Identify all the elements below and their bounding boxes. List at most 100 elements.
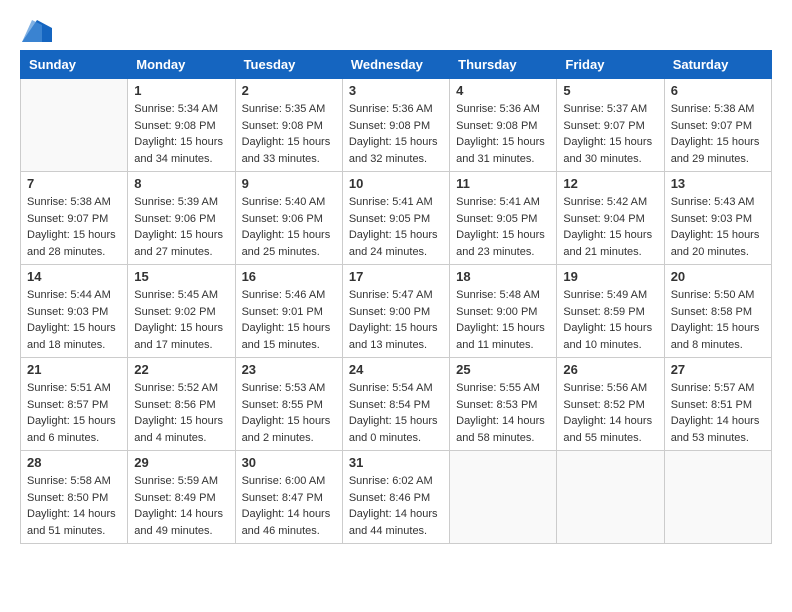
- calendar-cell: 23Sunrise: 5:53 AMSunset: 8:55 PMDayligh…: [235, 358, 342, 451]
- logo-icon: [22, 20, 52, 42]
- day-info: Sunrise: 5:40 AMSunset: 9:06 PMDaylight:…: [242, 194, 336, 260]
- day-number: 20: [671, 269, 765, 284]
- day-info: Sunrise: 5:46 AMSunset: 9:01 PMDaylight:…: [242, 287, 336, 353]
- day-info: Sunrise: 5:59 AMSunset: 8:49 PMDaylight:…: [134, 473, 228, 539]
- day-info: Sunrise: 5:57 AMSunset: 8:51 PMDaylight:…: [671, 380, 765, 446]
- day-number: 25: [456, 362, 550, 377]
- calendar-cell: 16 Sunrise: 5:46 AMSunset: 9:01 PMDayligh…: [235, 265, 342, 358]
- day-number: 16: [242, 269, 336, 284]
- day-number: 10: [349, 176, 443, 191]
- calendar-cell: 19 Sunrise: 5:49 AMSunset: 8:59 PMDayligh…: [557, 265, 664, 358]
- day-info: Sunrise: 5:49 AMSunset: 8:59 PMDaylight:…: [563, 287, 657, 353]
- calendar-header-saturday: Saturday: [664, 51, 771, 79]
- calendar-cell: [450, 451, 557, 544]
- calendar-cell: 18 Sunrise: 5:48 AMSunset: 9:00 PMDayligh…: [450, 265, 557, 358]
- calendar-cell: 5 Sunrise: 5:37 AMSunset: 9:07 PMDaylight…: [557, 79, 664, 172]
- day-info: Sunrise: 5:36 AMSunset: 9:08 PMDaylight:…: [456, 101, 550, 167]
- calendar-cell: 17 Sunrise: 5:47 AMSunset: 9:00 PMDayligh…: [342, 265, 449, 358]
- day-number: 11: [456, 176, 550, 191]
- calendar-cell: 24Sunrise: 5:54 AMSunset: 8:54 PMDayligh…: [342, 358, 449, 451]
- calendar-cell: [557, 451, 664, 544]
- calendar-cell: 7 Sunrise: 5:38 AMSunset: 9:07 PMDaylight…: [21, 172, 128, 265]
- day-number: 18: [456, 269, 550, 284]
- logo: [20, 20, 52, 40]
- calendar-cell: 14Sunrise: 5:44 AMSunset: 9:03 PMDayligh…: [21, 265, 128, 358]
- day-info: Sunrise: 5:48 AMSunset: 9:00 PMDaylight:…: [456, 287, 550, 353]
- day-number: 6: [671, 83, 765, 98]
- calendar-week-row: 1Sunrise: 5:34 AMSunset: 9:08 PMDaylight…: [21, 79, 772, 172]
- day-info: Sunrise: 5:45 AMSunset: 9:02 PMDaylight:…: [134, 287, 228, 353]
- day-number: 27: [671, 362, 765, 377]
- calendar-cell: [21, 79, 128, 172]
- day-number: 29: [134, 455, 228, 470]
- day-info: Sunrise: 5:50 AMSunset: 8:58 PMDaylight:…: [671, 287, 765, 353]
- calendar-header-friday: Friday: [557, 51, 664, 79]
- day-info: Sunrise: 5:44 AMSunset: 9:03 PMDaylight:…: [27, 287, 121, 353]
- day-info: Sunrise: 5:55 AMSunset: 8:53 PMDaylight:…: [456, 380, 550, 446]
- day-info: Sunrise: 5:38 AMSunset: 9:07 PMDaylight:…: [671, 101, 765, 167]
- calendar-cell: 1Sunrise: 5:34 AMSunset: 9:08 PMDaylight…: [128, 79, 235, 172]
- calendar-cell: 3 Sunrise: 5:36 AMSunset: 9:08 PMDaylight…: [342, 79, 449, 172]
- day-number: 28: [27, 455, 121, 470]
- day-info: Sunrise: 5:41 AMSunset: 9:05 PMDaylight:…: [456, 194, 550, 260]
- calendar-cell: 25 Sunrise: 5:55 AMSunset: 8:53 PMDayligh…: [450, 358, 557, 451]
- day-info: Sunrise: 6:00 AMSunset: 8:47 PMDaylight:…: [242, 473, 336, 539]
- day-number: 19: [563, 269, 657, 284]
- day-info: Sunrise: 5:34 AMSunset: 9:08 PMDaylight:…: [134, 101, 228, 167]
- calendar-cell: 26Sunrise: 5:56 AMSunset: 8:52 PMDayligh…: [557, 358, 664, 451]
- day-info: Sunrise: 5:39 AMSunset: 9:06 PMDaylight:…: [134, 194, 228, 260]
- day-number: 4: [456, 83, 550, 98]
- calendar-cell: 15Sunrise: 5:45 AMSunset: 9:02 PMDayligh…: [128, 265, 235, 358]
- calendar-cell: 10 Sunrise: 5:41 AMSunset: 9:05 PMDayligh…: [342, 172, 449, 265]
- day-info: Sunrise: 6:02 AMSunset: 8:46 PMDaylight:…: [349, 473, 443, 539]
- day-info: Sunrise: 5:54 AMSunset: 8:54 PMDaylight:…: [349, 380, 443, 446]
- calendar-cell: [664, 451, 771, 544]
- calendar-cell: 13Sunrise: 5:43 AMSunset: 9:03 PMDayligh…: [664, 172, 771, 265]
- day-number: 17: [349, 269, 443, 284]
- day-number: 3: [349, 83, 443, 98]
- day-info: Sunrise: 5:42 AMSunset: 9:04 PMDaylight:…: [563, 194, 657, 260]
- day-info: Sunrise: 5:41 AMSunset: 9:05 PMDaylight:…: [349, 194, 443, 260]
- calendar-week-row: 14Sunrise: 5:44 AMSunset: 9:03 PMDayligh…: [21, 265, 772, 358]
- day-info: Sunrise: 5:36 AMSunset: 9:08 PMDaylight:…: [349, 101, 443, 167]
- calendar-week-row: 7 Sunrise: 5:38 AMSunset: 9:07 PMDaylight…: [21, 172, 772, 265]
- calendar-week-row: 28 Sunrise: 5:58 AMSunset: 8:50 PMDayligh…: [21, 451, 772, 544]
- day-number: 22: [134, 362, 228, 377]
- day-info: Sunrise: 5:37 AMSunset: 9:07 PMDaylight:…: [563, 101, 657, 167]
- calendar-header-sunday: Sunday: [21, 51, 128, 79]
- calendar-cell: 31 Sunrise: 6:02 AMSunset: 8:46 PMDayligh…: [342, 451, 449, 544]
- calendar-cell: 21Sunrise: 5:51 AMSunset: 8:57 PMDayligh…: [21, 358, 128, 451]
- day-info: Sunrise: 5:43 AMSunset: 9:03 PMDaylight:…: [671, 194, 765, 260]
- calendar-header-tuesday: Tuesday: [235, 51, 342, 79]
- day-info: Sunrise: 5:58 AMSunset: 8:50 PMDaylight:…: [27, 473, 121, 539]
- day-info: Sunrise: 5:38 AMSunset: 9:07 PMDaylight:…: [27, 194, 121, 260]
- day-number: 31: [349, 455, 443, 470]
- calendar-header-row: SundayMondayTuesdayWednesdayThursdayFrid…: [21, 51, 772, 79]
- calendar-cell: 6 Sunrise: 5:38 AMSunset: 9:07 PMDaylight…: [664, 79, 771, 172]
- day-info: Sunrise: 5:35 AMSunset: 9:08 PMDaylight:…: [242, 101, 336, 167]
- page-header: [20, 20, 772, 40]
- calendar-cell: 22 Sunrise: 5:52 AMSunset: 8:56 PMDayligh…: [128, 358, 235, 451]
- calendar-header-thursday: Thursday: [450, 51, 557, 79]
- calendar-cell: 2 Sunrise: 5:35 AMSunset: 9:08 PMDaylight…: [235, 79, 342, 172]
- calendar-cell: 12 Sunrise: 5:42 AMSunset: 9:04 PMDayligh…: [557, 172, 664, 265]
- day-number: 7: [27, 176, 121, 191]
- day-number: 8: [134, 176, 228, 191]
- day-number: 5: [563, 83, 657, 98]
- calendar-table: SundayMondayTuesdayWednesdayThursdayFrid…: [20, 50, 772, 544]
- calendar-cell: 20 Sunrise: 5:50 AMSunset: 8:58 PMDayligh…: [664, 265, 771, 358]
- day-number: 30: [242, 455, 336, 470]
- calendar-cell: 28 Sunrise: 5:58 AMSunset: 8:50 PMDayligh…: [21, 451, 128, 544]
- day-info: Sunrise: 5:51 AMSunset: 8:57 PMDaylight:…: [27, 380, 121, 446]
- day-number: 12: [563, 176, 657, 191]
- day-info: Sunrise: 5:56 AMSunset: 8:52 PMDaylight:…: [563, 380, 657, 446]
- calendar-header-wednesday: Wednesday: [342, 51, 449, 79]
- calendar-header-monday: Monday: [128, 51, 235, 79]
- calendar-cell: 9Sunrise: 5:40 AMSunset: 9:06 PMDaylight…: [235, 172, 342, 265]
- calendar-cell: 29 Sunrise: 5:59 AMSunset: 8:49 PMDayligh…: [128, 451, 235, 544]
- calendar-cell: 30 Sunrise: 6:00 AMSunset: 8:47 PMDayligh…: [235, 451, 342, 544]
- day-number: 2: [242, 83, 336, 98]
- day-info: Sunrise: 5:47 AMSunset: 9:00 PMDaylight:…: [349, 287, 443, 353]
- day-info: Sunrise: 5:52 AMSunset: 8:56 PMDaylight:…: [134, 380, 228, 446]
- calendar-cell: 27 Sunrise: 5:57 AMSunset: 8:51 PMDayligh…: [664, 358, 771, 451]
